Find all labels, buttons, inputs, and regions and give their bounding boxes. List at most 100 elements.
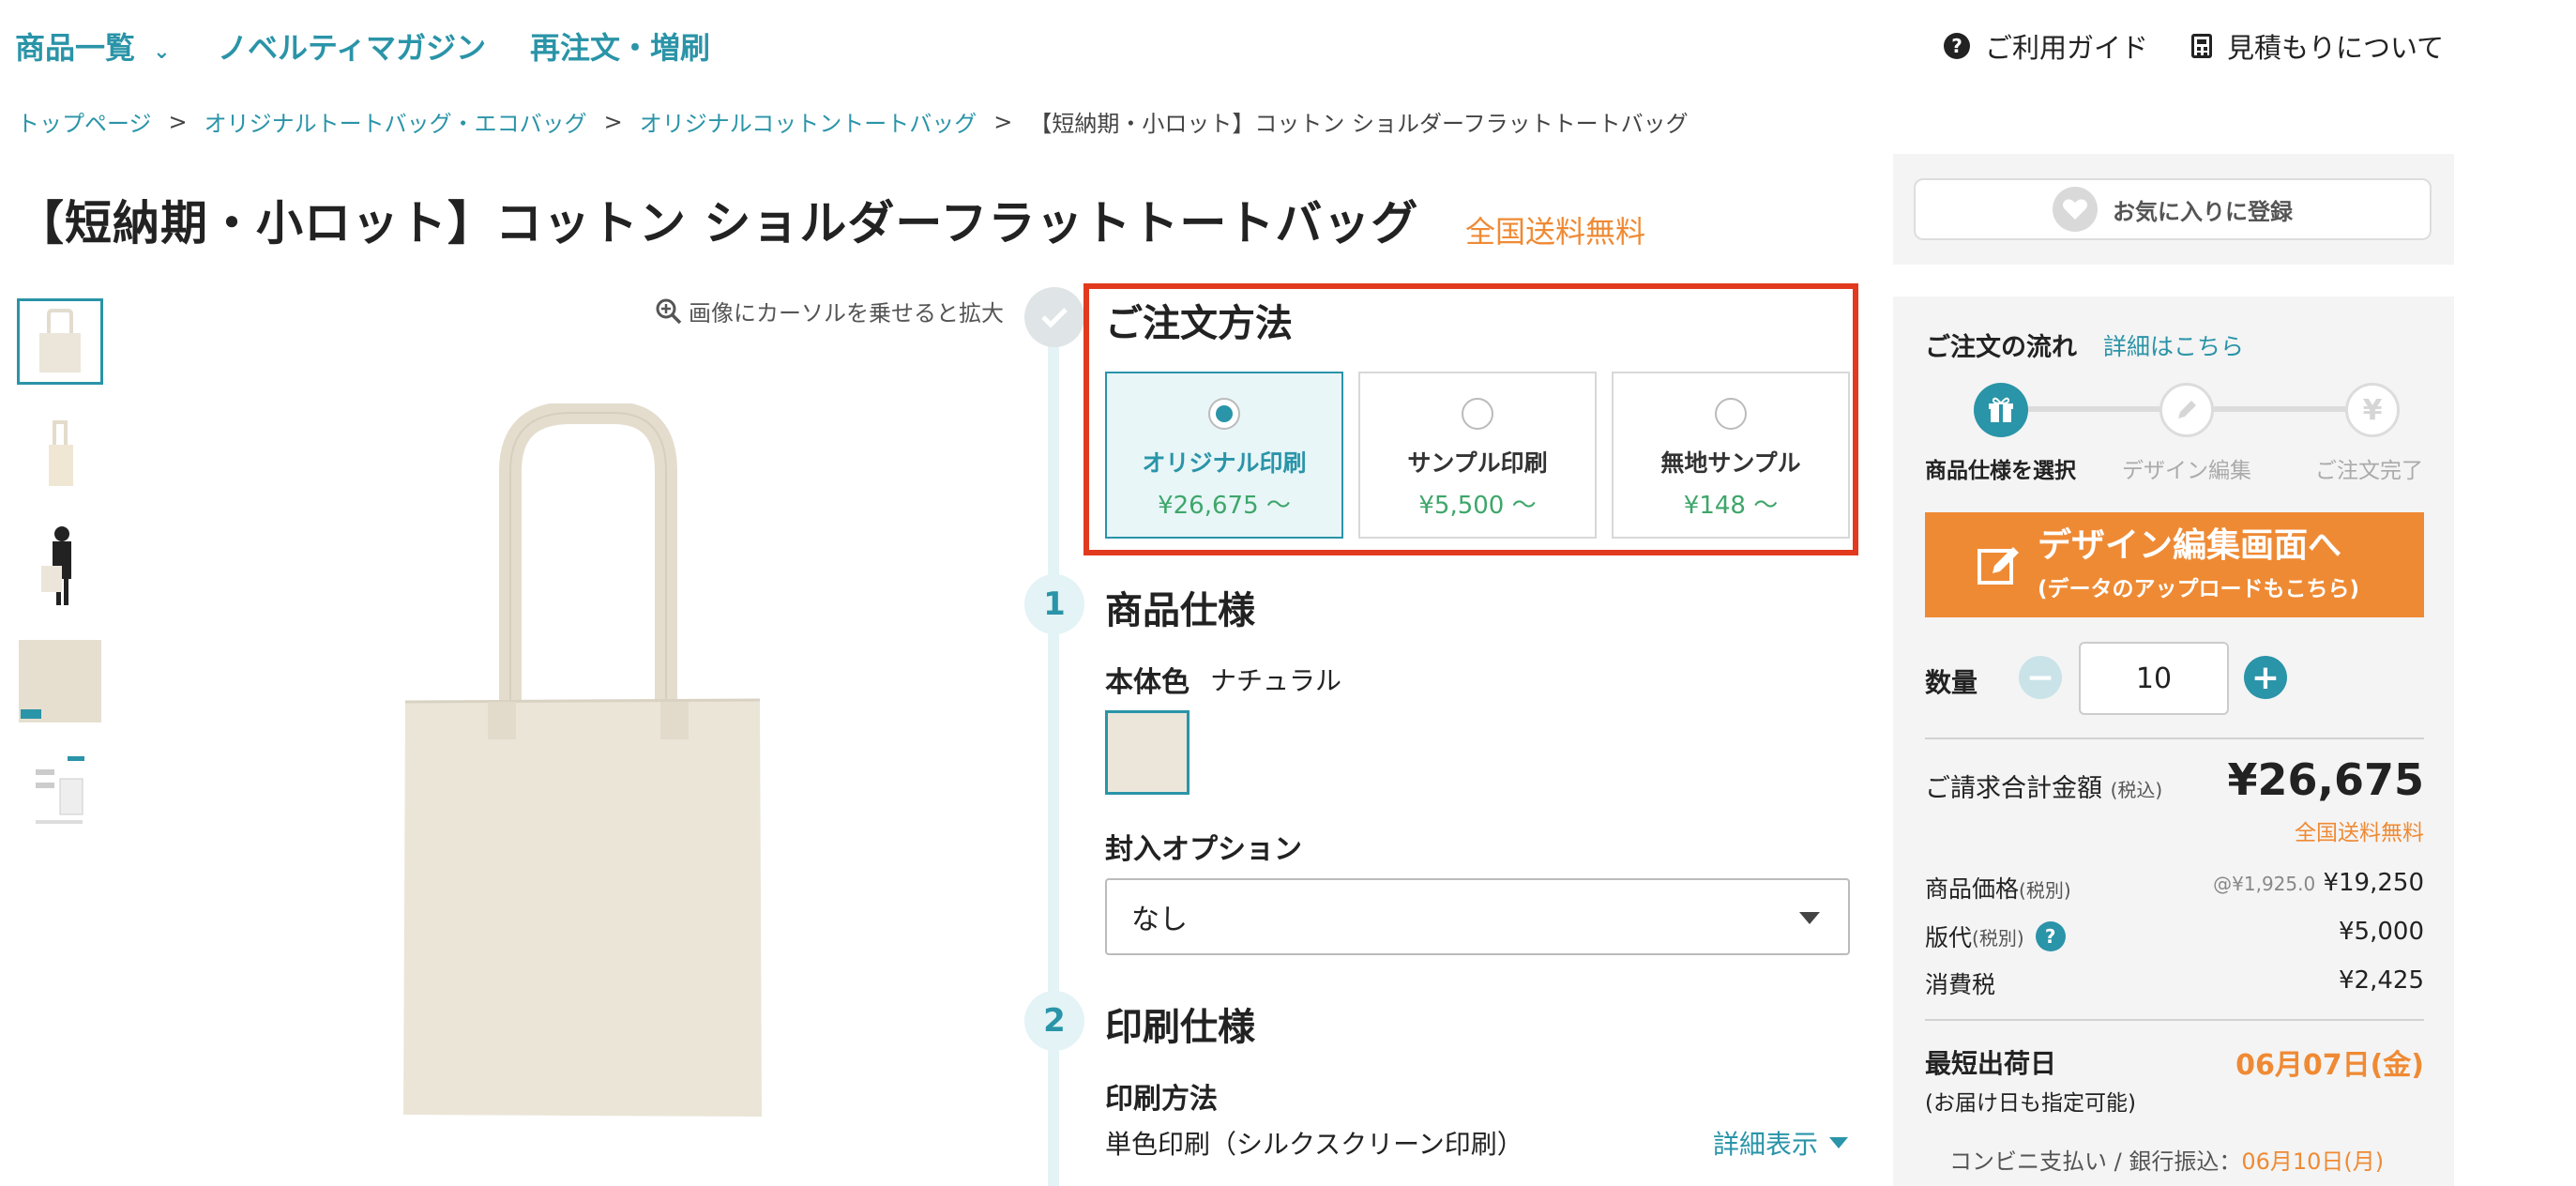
order-flow-title: ご注文の流れ: [1925, 333, 2077, 362]
payment-info: コンビニ支払い / 銀行振込：06月10日(月): [1949, 1143, 2384, 1176]
unit-price: @¥1,925.0: [2213, 873, 2316, 895]
total-tax-note: (税込): [2110, 779, 2163, 801]
enclosure-label: 封入オプション: [1105, 833, 1302, 866]
question-icon: ?: [1944, 33, 1970, 59]
step-number-2: 2: [1024, 991, 1084, 1051]
ship-note: (お届け日も指定可能): [1925, 1091, 2136, 1116]
quantity-input[interactable]: 10: [2079, 642, 2229, 715]
radio-button[interactable]: [1462, 398, 1493, 430]
breadcrumb-current: 【短納期・小ロット】コットン ショルダーフラットトートバッグ: [1029, 111, 1689, 137]
radio-button[interactable]: [1715, 398, 1747, 430]
thumbnail-info[interactable]: [17, 751, 103, 837]
plate-tax-note: (税別): [1972, 926, 2024, 950]
price-label-text: 商品価格: [1925, 875, 2020, 903]
nav-products-label: 商品一覧: [15, 30, 136, 66]
total-free-shipping: 全国送料無料: [2295, 821, 2424, 845]
chevron-down-icon: ⌄: [153, 40, 171, 64]
caret-down-icon: [1829, 1137, 1849, 1148]
divider: [1925, 1019, 2424, 1021]
payment-date: 06月10日(月): [2241, 1148, 2385, 1175]
calculator-icon: [2191, 34, 2212, 58]
design-editor-button[interactable]: デザイン編集画面へ (データのアップロードもこちら): [1925, 512, 2424, 617]
detail-toggle[interactable]: 詳細表示: [1713, 1124, 1849, 1162]
step-done-marker: [1024, 287, 1084, 347]
favorite-button[interactable]: お気に入りに登録: [1914, 178, 2432, 240]
enclosure-select[interactable]: なし: [1105, 878, 1850, 955]
divider: [1925, 737, 2424, 739]
help-icon[interactable]: ?: [2035, 921, 2066, 951]
design-editor-sublabel: (データのアップロードもこちら): [2038, 576, 2360, 601]
plus-icon[interactable]: +: [2244, 656, 2287, 699]
radio-button[interactable]: [1208, 398, 1240, 430]
order-option-price: ¥148 〜: [1683, 492, 1779, 520]
pencil-icon: [2178, 401, 2196, 418]
price-value: ¥19,250: [2323, 869, 2424, 897]
price-tax-note: (税別): [2019, 879, 2071, 902]
free-shipping-badge: 全国送料無料: [1465, 214, 1646, 250]
favorite-label: お気に入りに登録: [2113, 198, 2293, 225]
zoom-hint: 画像にカーソルを乗せると拡大: [655, 295, 1004, 327]
heart-icon: [2053, 187, 2098, 232]
fabric-texture-icon: [19, 640, 101, 722]
tote-bag-side-icon: [49, 420, 73, 486]
nav-guide-label: ご利用ガイド: [1985, 32, 2149, 64]
ship-date: 06月07日(金): [2235, 1049, 2424, 1082]
breadcrumb-link-tote[interactable]: オリジナルトートバッグ・エコバッグ: [205, 105, 587, 138]
nav-estimate-label: 見積もりについて: [2227, 32, 2445, 64]
ship-label: 最短出荷日: [1925, 1048, 2057, 1079]
flow-label-complete: ご注文完了: [2315, 459, 2423, 483]
plate-label-text: 版代: [1925, 924, 1973, 951]
total-label: ご請求合計金額 (税込): [1925, 768, 2162, 804]
order-option-sample-print[interactable]: サンプル印刷 ¥5,500 〜: [1358, 372, 1597, 539]
zoom-hint-text: 画像にカーソルを乗せると拡大: [689, 300, 1004, 327]
price-label: 商品価格(税別): [1925, 871, 2071, 905]
tax-label: 消費税: [1925, 971, 1996, 998]
page-title: 【短納期・小ロット】コットン ショルダーフラットトートバッグ: [17, 196, 1419, 251]
breadcrumb-link-cotton[interactable]: オリジナルコットントートバッグ: [640, 105, 977, 138]
print-heading: 印刷仕様: [1105, 1006, 1255, 1049]
quantity-label: 数量: [1925, 667, 1978, 698]
product-main-image[interactable]: [394, 403, 769, 1122]
color-value: ナチュラル: [1210, 665, 1342, 696]
nav-magazine[interactable]: ノベルティマガジン: [218, 24, 486, 68]
order-option-label: 無地サンプル: [1660, 449, 1801, 477]
edit-icon: [1977, 547, 2019, 585]
dropdown-arrow-icon: [1799, 912, 1820, 924]
nav-reorder[interactable]: 再注文・増刷: [530, 24, 710, 68]
gift-icon: [1989, 397, 2013, 422]
step-line: [1048, 338, 1059, 1186]
thumbnail-side[interactable]: [17, 411, 103, 497]
minus-icon[interactable]: −: [2019, 656, 2062, 699]
order-option-original[interactable]: オリジナル印刷 ¥26,675 〜: [1105, 372, 1343, 539]
total-label-text: ご請求合計金額: [1925, 774, 2102, 803]
print-method-label: 印刷方法: [1105, 1083, 1218, 1116]
breadcrumb-link-top[interactable]: トップページ: [17, 105, 152, 138]
plate-value: ¥5,000: [2339, 918, 2424, 946]
breadcrumb: トップページ > オリジナルトートバッグ・エコバッグ > オリジナルコットントー…: [17, 105, 1689, 138]
order-flow-detail-link[interactable]: 詳細はこちら: [2103, 328, 2244, 362]
thumbnail-front[interactable]: [17, 298, 103, 385]
nav-guide[interactable]: ? ご利用ガイド: [1944, 26, 2148, 66]
model-photo-icon: [41, 526, 71, 605]
tote-bag-thumb-icon: [39, 309, 81, 373]
breadcrumb-separator: >: [603, 108, 623, 135]
plate-label: 版代 (税別) ?: [1925, 920, 2066, 953]
nav-estimate[interactable]: 見積もりについて: [2191, 26, 2444, 66]
yen-icon: ¥: [2345, 383, 2400, 437]
check-icon: [1041, 308, 1068, 328]
nav-products[interactable]: 商品一覧 ⌄: [15, 24, 171, 68]
color-label: 本体色: [1105, 666, 1190, 699]
tax-value: ¥2,425: [2339, 966, 2424, 995]
flow-label-spec: 商品仕様を選択: [1925, 459, 2076, 483]
info-sheet-icon: [36, 756, 84, 824]
order-option-blank-sample[interactable]: 無地サンプル ¥148 〜: [1612, 372, 1850, 539]
breadcrumb-separator: >: [993, 108, 1013, 135]
color-swatch-natural[interactable]: [1105, 710, 1190, 795]
order-option-label: サンプル印刷: [1407, 449, 1548, 477]
thumbnail-model[interactable]: [17, 524, 103, 610]
enclosure-select-value: なし: [1131, 904, 1188, 936]
flow-step-design: [2159, 383, 2214, 437]
thumbnail-fabric[interactable]: [17, 638, 103, 724]
detail-toggle-label: 詳細表示: [1713, 1129, 1819, 1160]
design-editor-label: デザイン編集画面へ: [2038, 526, 2342, 566]
